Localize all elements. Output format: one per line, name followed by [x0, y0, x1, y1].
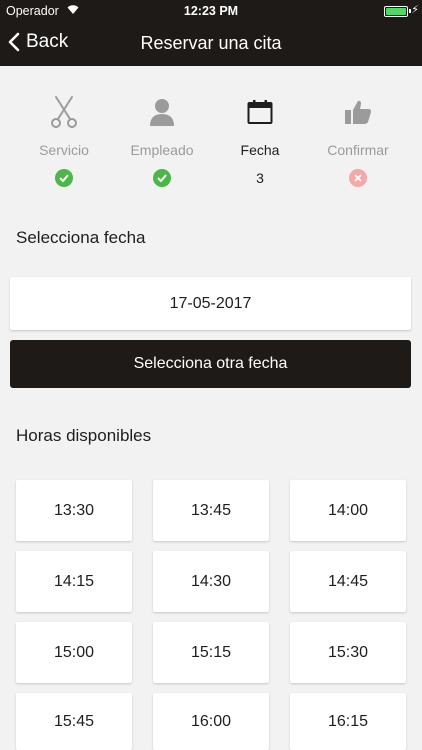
time-slot[interactable]: 15:00	[16, 622, 132, 683]
step-label: Confirmar	[327, 142, 389, 158]
step-fecha[interactable]: Fecha 3	[205, 92, 315, 188]
step-label: Empleado	[130, 142, 194, 158]
step-servicio[interactable]: Servicio	[9, 92, 119, 188]
check-icon	[55, 169, 73, 187]
step-label: Fecha	[240, 142, 280, 158]
time-slot[interactable]: 16:15	[290, 693, 406, 750]
selected-date-field[interactable]: 17-05-2017	[10, 277, 411, 330]
booking-steps: Servicio Empleado Fecha 3 Confirmar	[0, 92, 422, 192]
scissors-icon	[51, 96, 77, 128]
time-slot[interactable]: 14:15	[16, 551, 132, 612]
time-slot[interactable]: 15:15	[153, 622, 269, 683]
step-value: 3	[256, 170, 264, 186]
person-icon	[150, 99, 174, 126]
step-confirmar[interactable]: Confirmar	[303, 92, 413, 188]
navigation-bar: Operador 12:23 PM ⚡ Back Reservar una ci…	[0, 0, 422, 66]
charging-icon: ⚡	[411, 4, 419, 16]
time-slot[interactable]: 13:30	[16, 480, 132, 541]
time-slot[interactable]: 13:45	[153, 480, 269, 541]
time-slot[interactable]: 15:45	[16, 693, 132, 750]
section-title-horas: Horas disponibles	[16, 426, 152, 445]
thumbs-up-icon	[345, 100, 371, 124]
time-slot[interactable]: 15:30	[290, 622, 406, 683]
status-bar: Operador 12:23 PM ⚡	[0, 0, 422, 22]
step-label: Servicio	[39, 142, 89, 158]
check-icon	[153, 169, 171, 187]
time-slot[interactable]: 14:00	[290, 480, 406, 541]
change-date-button[interactable]: Selecciona otra fecha	[10, 340, 411, 388]
close-icon	[349, 169, 367, 187]
time-slot[interactable]: 14:30	[153, 551, 269, 612]
section-title-fecha: Selecciona fecha	[16, 228, 146, 247]
status-time: 12:23 PM	[183, 4, 239, 18]
page-title: Reservar una cita	[140, 33, 282, 53]
time-slot[interactable]: 16:00	[153, 693, 269, 750]
calendar-icon	[247, 100, 273, 124]
step-empleado[interactable]: Empleado	[107, 92, 217, 188]
time-slot[interactable]: 14:45	[290, 551, 406, 612]
battery-icon	[384, 6, 408, 17]
